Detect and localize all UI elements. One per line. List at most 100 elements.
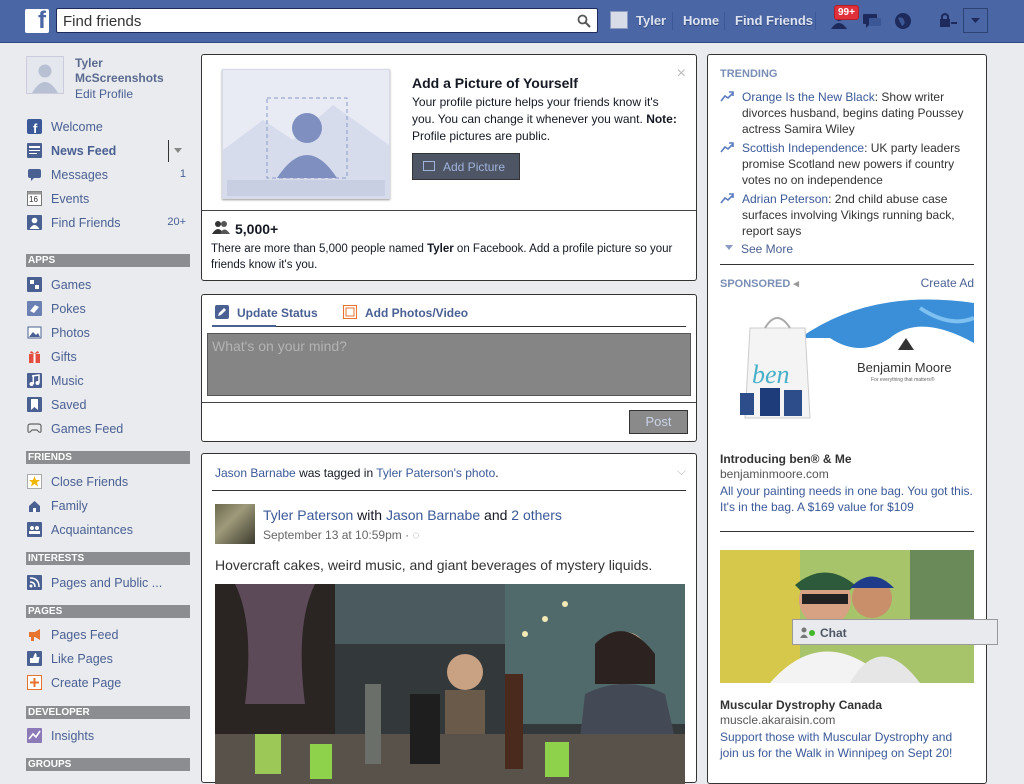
ad-text[interactable]: Support those with Muscular Dystrophy an… — [720, 729, 974, 761]
nav-home-link[interactable]: Home — [683, 13, 719, 28]
star-icon — [27, 474, 42, 489]
trending-arrow-icon — [720, 91, 734, 102]
feed-story: Jason Barnabe was tagged in Tyler Paters… — [201, 453, 697, 784]
sidebar-item-pages-feed[interactable]: Pages Feed — [24, 626, 192, 646]
chevron-down-icon[interactable] — [174, 148, 182, 154]
sidebar-item-pages-and-public[interactable]: Pages and Public ... — [24, 574, 192, 594]
ad-url[interactable]: muscle.akaraisin.com — [720, 713, 835, 727]
sidebar-item-messages[interactable]: Messages 1 — [24, 166, 192, 186]
search-icon[interactable] — [577, 14, 591, 28]
tab-label: Update Status — [237, 306, 318, 320]
user-avatar[interactable] — [610, 11, 628, 29]
acquaintances-icon — [27, 522, 42, 537]
profile-placeholder-illustration — [222, 69, 390, 199]
people-icon — [212, 221, 230, 234]
account-settings-button[interactable] — [963, 8, 988, 33]
right-sidebar: TRENDING Orange Is the New Black: Show w… — [707, 54, 987, 784]
actor-avatar[interactable] — [215, 504, 255, 544]
tagged-person-link[interactable]: Jason Barnabe — [386, 507, 480, 523]
notifications-globe-icon[interactable] — [892, 11, 914, 31]
create-ad-link[interactable]: Create Ad — [921, 276, 974, 290]
others-link[interactable]: 2 others — [511, 507, 562, 523]
search-input[interactable] — [63, 12, 563, 30]
sidebar-item-photos[interactable]: Photos — [24, 324, 192, 344]
see-more-link[interactable]: See More — [741, 242, 793, 256]
sidebar-item-like-pages[interactable]: Like Pages — [24, 650, 192, 670]
trending-topic[interactable]: Orange Is the New Black — [742, 90, 875, 104]
edit-profile-link[interactable]: Edit Profile — [75, 87, 133, 101]
trending-item[interactable]: Orange Is the New Black: Show writer div… — [720, 89, 970, 137]
ad-text[interactable]: All your painting needs in one bag. You … — [720, 483, 974, 515]
section-header-friends[interactable]: FRIENDS — [26, 451, 190, 464]
sidebar-item-pokes[interactable]: Pokes — [24, 300, 192, 320]
sidebar-item-events[interactable]: 16 Events — [24, 190, 192, 210]
status-input[interactable] — [207, 333, 691, 396]
ad-image-muscular-dystrophy[interactable] — [720, 550, 974, 683]
sidebar-item-close-friends[interactable]: Close Friends — [24, 473, 192, 493]
sidebar-item-music[interactable]: Music — [24, 372, 192, 392]
sidebar-item-family[interactable]: Family — [24, 497, 192, 517]
nav-separator — [815, 12, 816, 30]
sidebar-item-create-page[interactable]: Create Page — [24, 674, 192, 694]
sidebar-item-find-friends[interactable]: Find Friends 20+ — [24, 214, 192, 234]
sidebar-item-label: Photos — [51, 326, 90, 340]
sidebar-item-label: Like Pages — [51, 652, 113, 666]
active-tab-indicator — [212, 325, 276, 327]
ad-title[interactable]: Introducing ben® & Me — [720, 452, 852, 466]
megaphone-icon: ◂ — [793, 278, 799, 290]
nav-profile-link[interactable]: Tyler — [636, 13, 666, 28]
add-picture-description: Your profile picture helps your friends … — [412, 94, 682, 145]
timestamp-text[interactable]: September 13 at 10:59pm · — [263, 528, 412, 542]
facebook-logo[interactable]: f — [25, 7, 49, 34]
section-header-groups[interactable]: GROUPS — [26, 758, 190, 771]
trending-text: Scottish Independence: UK party leaders … — [742, 140, 972, 188]
sidebar-item-saved[interactable]: Saved — [24, 396, 192, 416]
divider — [720, 264, 974, 265]
story-photo[interactable] — [215, 584, 685, 784]
privacy-globe-icon[interactable]: ◌ — [412, 528, 419, 542]
actor-link[interactable]: Tyler Paterson — [263, 507, 353, 523]
add-picture-text: Your profile picture helps your friends … — [412, 95, 659, 126]
section-header-interests[interactable]: INTERESTS — [26, 552, 190, 565]
post-button[interactable]: Post — [629, 410, 688, 434]
close-button[interactable]: × — [677, 65, 686, 83]
sidebar-item-games-feed[interactable]: Games Feed — [24, 420, 192, 440]
ad-image-benjamin-moore[interactable]: ben Benjamin Moore For everything that m… — [720, 298, 974, 433]
ad-title[interactable]: Muscular Dystrophy Canada — [720, 698, 882, 712]
sidebar-item-news-feed[interactable]: News Feed — [24, 140, 192, 162]
svg-text:f: f — [33, 121, 38, 134]
section-header-developer[interactable]: DEVELOPER — [26, 706, 190, 719]
party-photo — [215, 584, 685, 784]
chat-tab[interactable]: Chat — [792, 619, 998, 645]
privacy-shortcuts-icon[interactable] — [937, 11, 959, 31]
sidebar-item-label: Pages Feed — [51, 628, 119, 642]
sidebar-item-games[interactable]: Games — [24, 276, 192, 296]
story-options-chevron-icon[interactable]: ⌵ — [677, 464, 686, 479]
trending-topic[interactable]: Scottish Independence — [742, 141, 864, 155]
section-header-apps[interactable]: APPS — [26, 254, 190, 267]
context-photo-link[interactable]: Tyler Paterson's photo — [376, 466, 495, 480]
sidebar-item-welcome[interactable]: f Welcome — [24, 118, 192, 138]
nav-find-friends-link[interactable]: Find Friends — [735, 13, 813, 28]
sidebar-item-label: Create Page — [51, 676, 122, 690]
search-box[interactable] — [56, 8, 598, 33]
trending-item[interactable]: Adrian Peterson: 2nd child abuse case su… — [720, 191, 970, 239]
sidebar-item-acquaintances[interactable]: Acquaintances — [24, 521, 192, 541]
add-picture-button-label: Add Picture — [443, 160, 506, 174]
section-header-pages[interactable]: PAGES — [26, 605, 190, 618]
friend-requests-badge: 99+ — [834, 5, 859, 20]
profile-picture[interactable] — [26, 56, 64, 94]
profile-name[interactable]: Tyler McScreenshots — [75, 56, 185, 86]
games-icon — [27, 277, 42, 292]
add-picture-button[interactable]: Add Picture — [412, 153, 520, 180]
messages-icon[interactable] — [861, 11, 883, 31]
sidebar-item-gifts[interactable]: Gifts — [24, 348, 192, 368]
gamepad-icon — [27, 423, 42, 433]
ad-url[interactable]: benjaminmoore.com — [720, 467, 829, 481]
sidebar-item-label: Messages — [51, 168, 108, 182]
trending-topic[interactable]: Adrian Peterson — [742, 192, 828, 206]
context-person-link[interactable]: Jason Barnabe — [215, 466, 296, 480]
trending-item[interactable]: Scottish Independence: UK party leaders … — [720, 140, 970, 188]
sidebar-item-insights[interactable]: Insights — [24, 727, 192, 747]
pencil-icon — [215, 305, 229, 319]
